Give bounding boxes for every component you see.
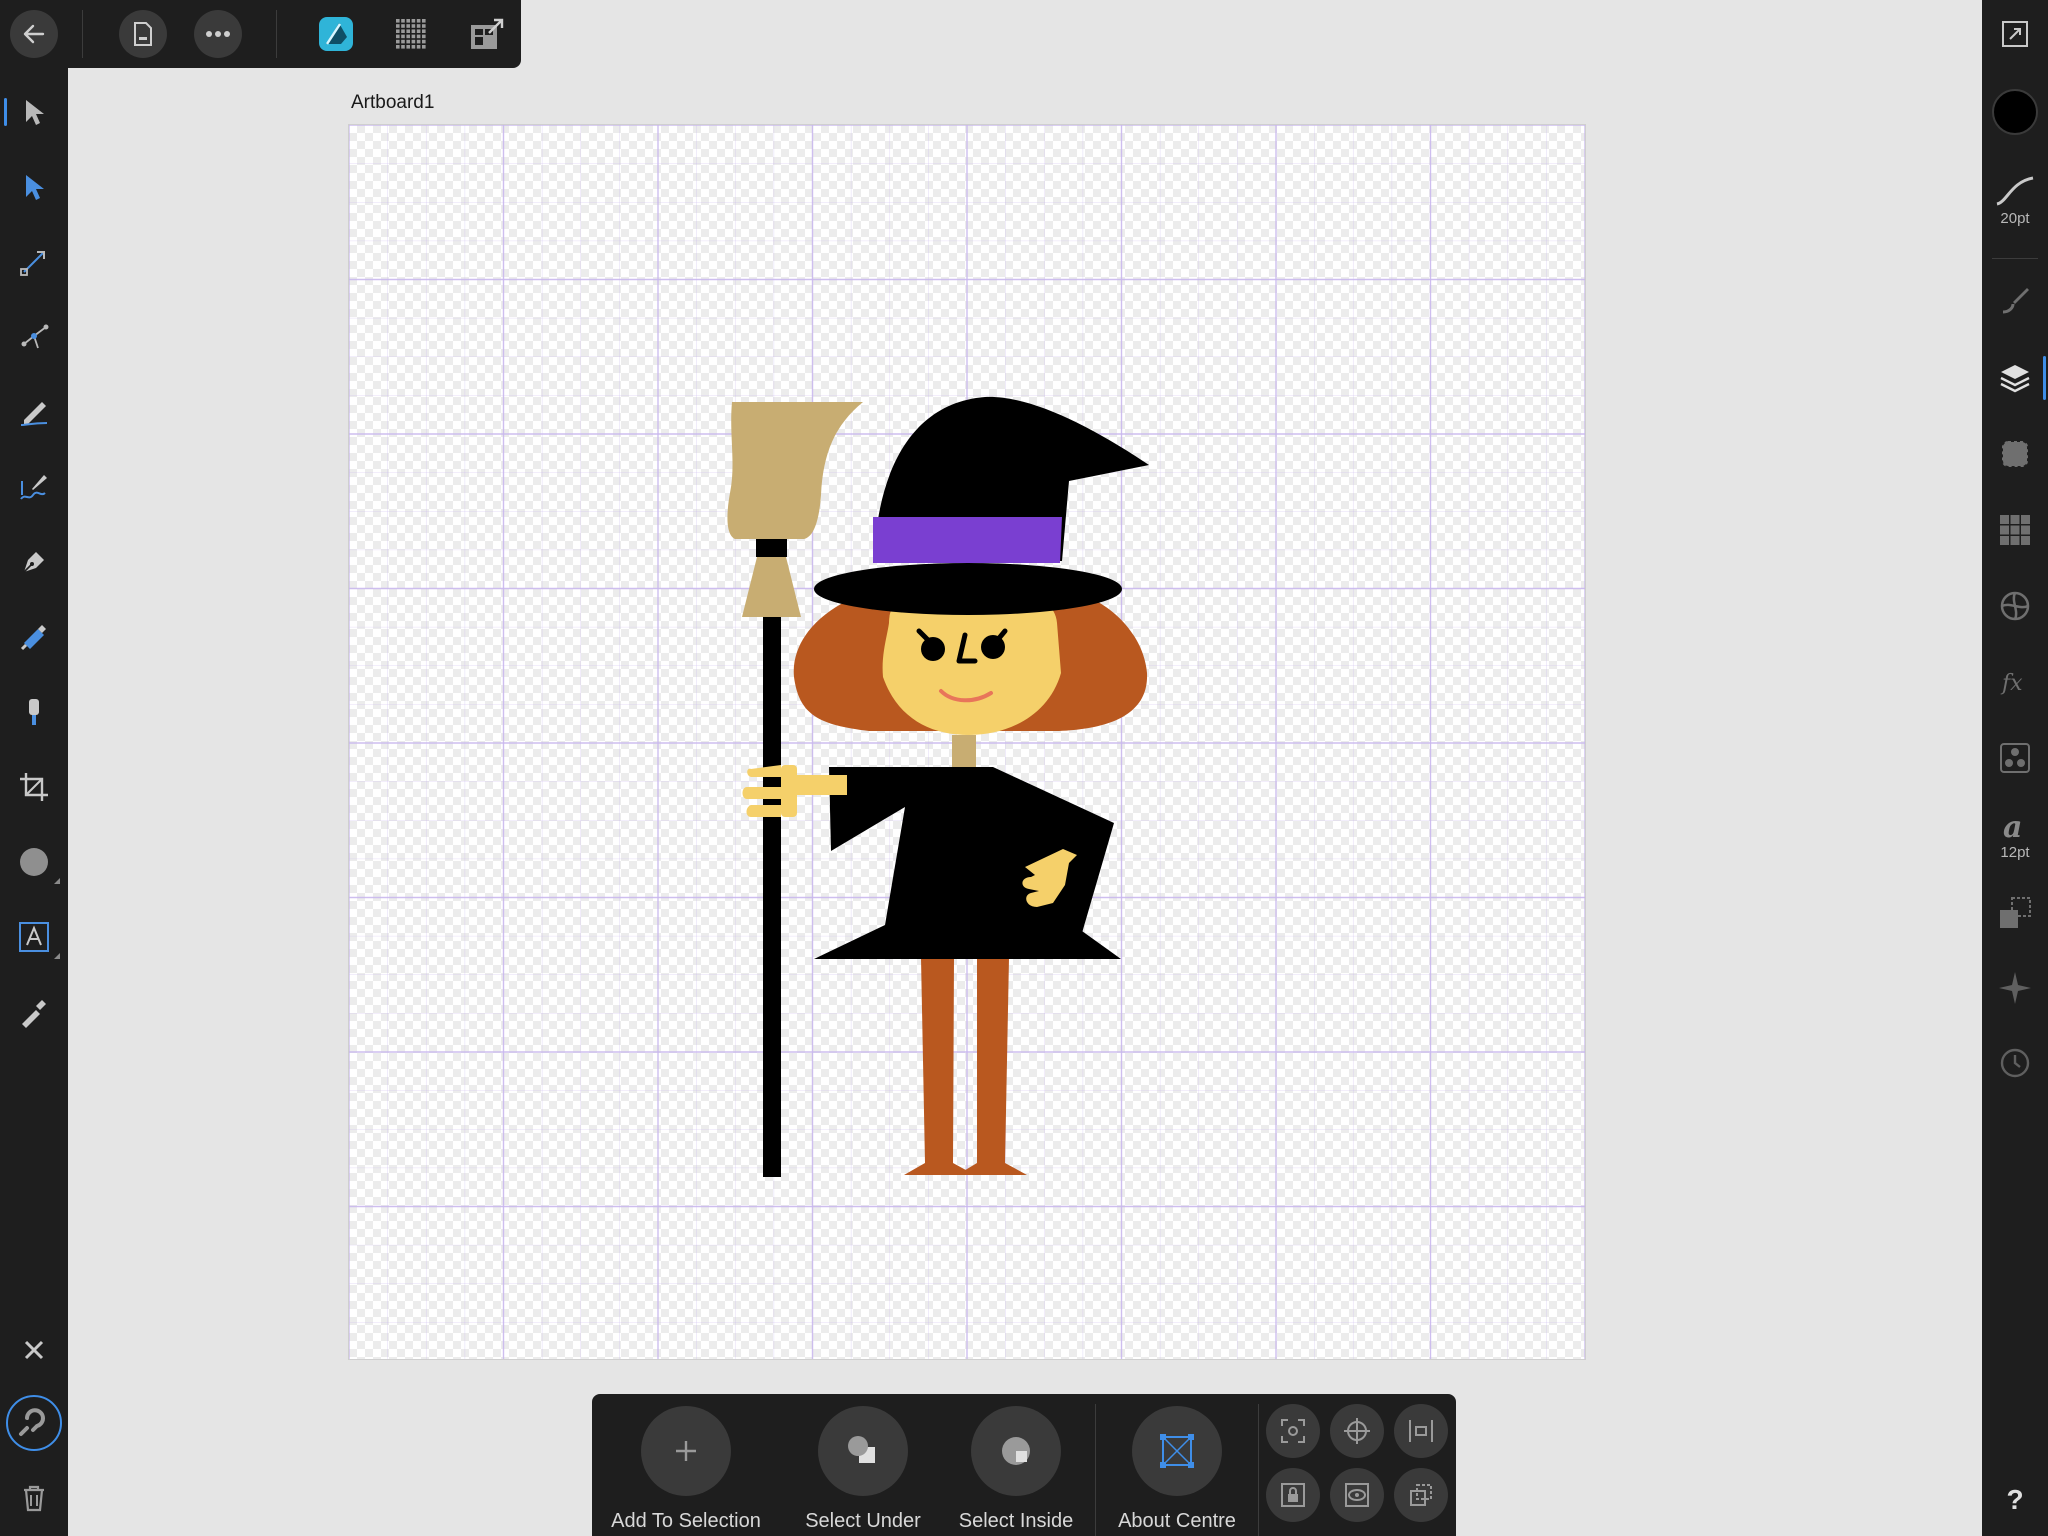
history-icon[interactable] bbox=[1982, 1033, 2048, 1093]
stroke-icon bbox=[1996, 176, 2034, 205]
select-under-icon bbox=[848, 1436, 875, 1463]
left-leg bbox=[904, 958, 975, 1175]
hand-left bbox=[742, 765, 783, 817]
svg-text:fx: fx bbox=[2000, 671, 2023, 696]
transparency-tool-icon[interactable] bbox=[0, 682, 68, 742]
back-arrow-icon[interactable] bbox=[10, 10, 58, 58]
snapping-icon[interactable] bbox=[0, 1393, 68, 1453]
top-toolbar bbox=[0, 0, 521, 68]
pixel-grid-icon[interactable] bbox=[387, 10, 435, 58]
vector-brush-icon[interactable] bbox=[0, 457, 68, 517]
about-centre-label: About Centre bbox=[1118, 1510, 1236, 1532]
node-tool-icon[interactable] bbox=[0, 157, 68, 217]
layers-icon[interactable] bbox=[1982, 348, 2048, 408]
plus-icon bbox=[676, 1441, 696, 1461]
transform-origin-icon[interactable] bbox=[1266, 1404, 1320, 1458]
fullscreen-icon[interactable] bbox=[1982, 4, 2048, 64]
hat-brim bbox=[814, 563, 1122, 615]
text-size-label: 12pt bbox=[2000, 843, 2030, 861]
corner-tool-icon[interactable] bbox=[0, 232, 68, 292]
context-toolbar: Add To Selection Select Under Select Ins… bbox=[592, 1394, 1456, 1536]
broom-bristles bbox=[727, 402, 863, 539]
help-label: ? bbox=[2006, 1484, 2024, 1515]
pencil-tool-icon[interactable] bbox=[0, 382, 68, 442]
add-to-selection-button[interactable]: Add To Selection bbox=[611, 1406, 761, 1536]
export-persona-icon[interactable] bbox=[463, 10, 511, 58]
about-centre-button[interactable]: About Centre bbox=[1102, 1406, 1252, 1536]
move-tool-icon[interactable] bbox=[0, 82, 68, 142]
document-icon[interactable] bbox=[119, 10, 167, 58]
more-dots-icon[interactable] bbox=[194, 10, 242, 58]
designer-persona-icon[interactable] bbox=[312, 10, 360, 58]
select-under-button[interactable]: Select Under bbox=[788, 1406, 938, 1536]
character-panel[interactable]: a 12pt bbox=[1982, 800, 2048, 870]
point-transform-icon[interactable] bbox=[0, 307, 68, 367]
select-inside-button[interactable]: Select Inside bbox=[941, 1406, 1091, 1536]
broom-band bbox=[756, 539, 787, 557]
preview-icon[interactable] bbox=[1330, 1468, 1384, 1522]
witch-illustration[interactable] bbox=[349, 125, 1585, 1359]
arm bbox=[789, 775, 847, 795]
text-style-icon: a bbox=[2003, 810, 2022, 842]
dress bbox=[814, 767, 1121, 959]
left-eye bbox=[921, 637, 945, 661]
fill-tool-icon[interactable] bbox=[0, 607, 68, 667]
stroke-width-label: 20pt bbox=[2000, 209, 2030, 227]
trash-icon[interactable] bbox=[0, 1468, 68, 1528]
add-to-selection-label: Add To Selection bbox=[611, 1510, 761, 1532]
color-wheel-icon[interactable] bbox=[1982, 576, 2048, 636]
styles-icon[interactable] bbox=[1982, 728, 2048, 788]
select-under-label: Select Under bbox=[805, 1510, 921, 1532]
select-inside-icon bbox=[1002, 1437, 1030, 1465]
brushes-icon[interactable] bbox=[1982, 270, 2048, 330]
broom-tuft bbox=[742, 557, 801, 617]
help-icon[interactable]: ? bbox=[1982, 1470, 2048, 1530]
hat-band bbox=[873, 517, 1062, 563]
close-icon[interactable] bbox=[0, 1320, 68, 1380]
transform-objects-icon[interactable] bbox=[1394, 1468, 1448, 1522]
color-swatch[interactable] bbox=[1982, 82, 2048, 142]
stroke-panel[interactable]: 20pt bbox=[1982, 160, 2048, 240]
lock-children-icon[interactable] bbox=[1266, 1468, 1320, 1522]
transform-panel-icon[interactable] bbox=[1982, 883, 2048, 943]
pen-tool-icon[interactable] bbox=[0, 532, 68, 592]
color-picker-icon[interactable] bbox=[0, 982, 68, 1042]
tools-panel bbox=[0, 68, 68, 1536]
navigator-icon[interactable] bbox=[1982, 958, 2048, 1018]
studio-panel: 20pt fx a 12pt ? bbox=[1982, 0, 2048, 1536]
artistic-text-icon[interactable] bbox=[0, 907, 68, 967]
effects-icon[interactable]: fx bbox=[1982, 652, 2048, 712]
about-centre-icon bbox=[1160, 1434, 1194, 1468]
align-icon[interactable] bbox=[1394, 1404, 1448, 1458]
select-inside-label: Select Inside bbox=[958, 1510, 1074, 1532]
vector-crop-icon[interactable] bbox=[0, 757, 68, 817]
artboard[interactable] bbox=[348, 124, 1586, 1360]
ellipse-tool-icon[interactable] bbox=[0, 832, 68, 892]
broom-stick bbox=[763, 617, 781, 1177]
svg-text:a: a bbox=[2003, 810, 2022, 842]
right-leg bbox=[957, 958, 1027, 1175]
appearance-icon[interactable] bbox=[1982, 424, 2048, 484]
swatches-icon[interactable] bbox=[1982, 500, 2048, 560]
crosshair-icon[interactable] bbox=[1330, 1404, 1384, 1458]
artboard-label: Artboard1 bbox=[351, 92, 435, 113]
